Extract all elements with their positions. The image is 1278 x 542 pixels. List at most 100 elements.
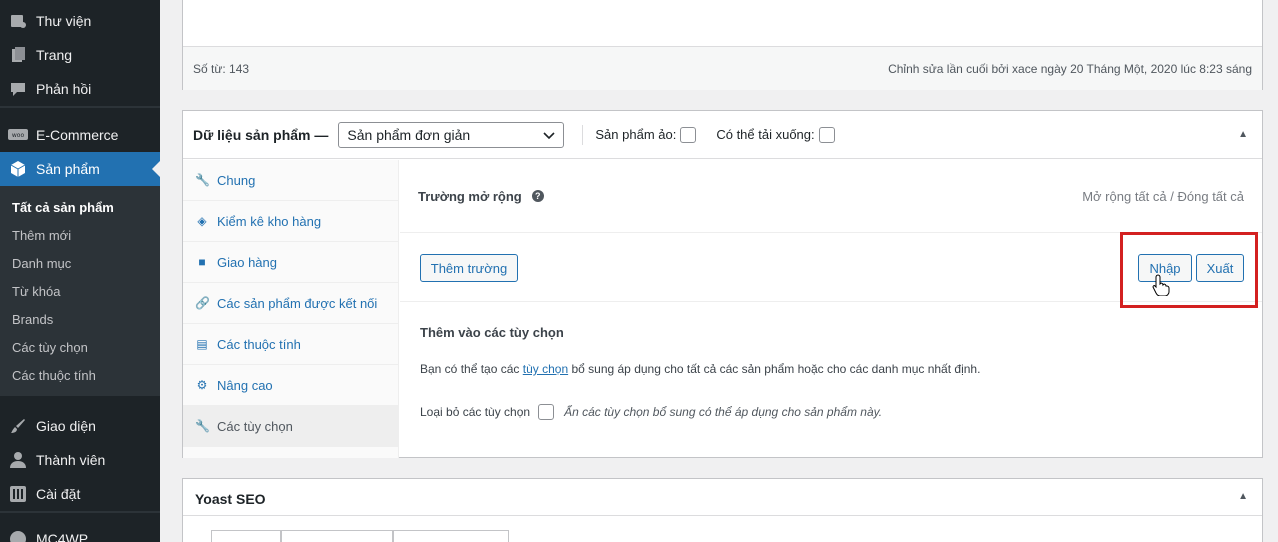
virtual-checkbox[interactable] bbox=[680, 126, 697, 143]
menu-item-pages[interactable]: Trang bbox=[0, 38, 160, 72]
tab-options[interactable]: 🔧 Các tùy chọn bbox=[183, 406, 399, 447]
sidebar-separator bbox=[0, 106, 160, 108]
desc-suffix: bổ sung áp dụng cho tất cả các sản phẩm … bbox=[571, 362, 981, 376]
list-icon: ▤ bbox=[196, 337, 208, 351]
yoast-divider bbox=[183, 515, 1262, 516]
submenu-tags[interactable]: Từ khóa bbox=[12, 284, 60, 299]
options-heading: Thêm vào các tùy chọn bbox=[420, 325, 564, 340]
gear-icon: ⚙ bbox=[196, 378, 208, 392]
woo-icon: woo bbox=[8, 125, 28, 145]
tab-label: Giao hàng bbox=[217, 254, 277, 270]
tab-attributes[interactable]: ▤ Các thuộc tính bbox=[183, 324, 399, 365]
expand-all-link[interactable]: Mở rộng tất cả bbox=[1082, 189, 1166, 204]
wrench-icon: 🔧 bbox=[195, 419, 210, 433]
extended-fields-row: Trường mở rộng ? Mở rộng tất cả / Đóng t… bbox=[400, 160, 1262, 233]
box-icon bbox=[8, 159, 28, 179]
options-description: Bạn có thể tạo các tùy chọn bổ sung áp d… bbox=[420, 362, 980, 376]
yoast-tab-social[interactable] bbox=[393, 530, 509, 542]
comment-icon bbox=[8, 79, 28, 99]
submenu-all-products[interactable]: Tất cả sản phẩm bbox=[12, 200, 114, 215]
editor-panel: Số từ: 143 Chỉnh sửa lần cuối bởi xace n… bbox=[182, 0, 1263, 90]
user-icon bbox=[8, 450, 28, 470]
submenu-brands[interactable]: Brands bbox=[12, 312, 53, 327]
field-actions-row: Thêm trường Nhập Xuất bbox=[400, 232, 1262, 308]
product-data-tabs: 🔧 Chung ◈ Kiểm kê kho hàng ■ Giao hàng 🔗… bbox=[183, 160, 399, 458]
menu-item-media[interactable]: Thư viện bbox=[0, 4, 160, 38]
brush-icon bbox=[8, 416, 28, 436]
exclude-options-checkbox[interactable] bbox=[538, 404, 555, 420]
products-submenu: Tất cả sản phẩm Thêm mới Danh mục Từ khó… bbox=[0, 186, 160, 396]
wrench-icon: 🔧 bbox=[195, 173, 210, 187]
menu-item-settings[interactable]: Cài đặt bbox=[0, 477, 160, 511]
admin-sidebar: Thư viện Trang Phản hồi woo E-Commerce S… bbox=[0, 0, 160, 542]
menu-label: Thư viện bbox=[36, 13, 92, 29]
tab-label: Kiểm kê kho hàng bbox=[217, 213, 322, 229]
menu-label: Trang bbox=[36, 47, 73, 63]
export-button[interactable]: Xuất bbox=[1196, 254, 1244, 282]
add-field-button[interactable]: Thêm trường bbox=[420, 254, 518, 282]
menu-label: Cài đặt bbox=[36, 486, 81, 502]
product-data-panel: Dữ liệu sản phẩm — Sản phẩm đơn giản Sản… bbox=[182, 110, 1263, 458]
collapse-toggle-icon[interactable]: ▲ bbox=[1238, 491, 1248, 502]
exclude-options-label: Loại bỏ các tùy chọn bbox=[420, 405, 531, 419]
submenu-options[interactable]: Các tùy chọn bbox=[12, 340, 88, 355]
submenu-attributes[interactable]: Các thuộc tính bbox=[12, 368, 96, 383]
hand-cursor-icon bbox=[1152, 274, 1170, 301]
tab-linked-products[interactable]: 🔗 Các sản phẩm được kết nối bbox=[183, 283, 399, 324]
truck-icon: ■ bbox=[198, 255, 206, 269]
link-separator: / bbox=[1170, 188, 1174, 204]
last-edited: Chỉnh sửa lần cuối bởi xace ngày 20 Thán… bbox=[888, 61, 1252, 76]
svg-text:woo: woo bbox=[12, 132, 25, 139]
submenu-add-new[interactable]: Thêm mới bbox=[12, 228, 71, 243]
extended-fields-label: Trường mở rộng ? bbox=[418, 189, 544, 204]
collapse-all-link[interactable]: Đóng tất cả bbox=[1178, 189, 1245, 204]
page-icon bbox=[8, 45, 28, 65]
product-data-title: Dữ liệu sản phẩm — bbox=[193, 126, 329, 143]
editor-status-bar: Số từ: 143 Chỉnh sửa lần cuối bởi xace n… bbox=[183, 46, 1262, 90]
header-divider bbox=[582, 124, 584, 145]
desc-prefix: Bạn có thể tạo các bbox=[420, 362, 520, 376]
tab-advanced[interactable]: ⚙ Nâng cao bbox=[183, 365, 399, 406]
menu-item-products[interactable]: Sản phẩm bbox=[0, 152, 160, 186]
sidebar-separator bbox=[0, 511, 160, 513]
mail-icon bbox=[8, 529, 28, 542]
menu-item-users[interactable]: Thành viên bbox=[0, 443, 160, 477]
menu-label: Giao diện bbox=[36, 418, 96, 434]
product-type-value: Sản phẩm đơn giản bbox=[347, 126, 471, 143]
menu-label: E-Commerce bbox=[36, 127, 119, 143]
exclude-options-row: Loại bỏ các tùy chọn Ẩn các tùy chọn bổ … bbox=[420, 404, 882, 420]
downloadable-label: Có thể tải xuống: bbox=[716, 127, 815, 142]
tab-inventory[interactable]: ◈ Kiểm kê kho hàng bbox=[183, 201, 399, 242]
options-link[interactable]: tùy chọn bbox=[523, 362, 568, 376]
extended-fields-text: Trường mở rộng bbox=[418, 188, 522, 204]
menu-item-comments[interactable]: Phản hồi bbox=[0, 72, 160, 106]
yoast-seo-panel: Yoast SEO ▲ bbox=[182, 478, 1263, 542]
product-data-header: Dữ liệu sản phẩm — Sản phẩm đơn giản Sản… bbox=[183, 111, 1262, 159]
help-icon[interactable]: ? bbox=[531, 190, 544, 202]
menu-item-mc4wp[interactable]: MC4WP bbox=[0, 522, 160, 542]
collapse-toggle-icon[interactable]: ▲ bbox=[1238, 129, 1248, 140]
menu-label: Sản phẩm bbox=[36, 161, 100, 177]
link-icon: 🔗 bbox=[195, 296, 210, 310]
yoast-tab-seo[interactable] bbox=[211, 530, 281, 542]
virtual-label: Sản phẩm ảo: bbox=[595, 127, 677, 142]
tab-general[interactable]: 🔧 Chung bbox=[183, 160, 399, 201]
media-icon bbox=[8, 11, 28, 31]
menu-item-appearance[interactable]: Giao diện bbox=[0, 409, 160, 443]
tab-label: Các tùy chọn bbox=[217, 418, 293, 434]
menu-item-ecommerce[interactable]: woo E-Commerce bbox=[0, 118, 160, 152]
tag-icon: ◈ bbox=[197, 214, 207, 228]
product-type-select[interactable]: Sản phẩm đơn giản bbox=[338, 121, 565, 148]
tab-label: Các thuộc tính bbox=[217, 336, 301, 352]
tab-shipping[interactable]: ■ Giao hàng bbox=[183, 242, 399, 283]
tab-content-options: Trường mở rộng ? Mở rộng tất cả / Đóng t… bbox=[400, 160, 1262, 458]
word-count: Số từ: 143 bbox=[193, 61, 250, 76]
tab-label: Chung bbox=[217, 172, 256, 188]
downloadable-checkbox[interactable] bbox=[818, 126, 835, 143]
yoast-tab-readability[interactable] bbox=[281, 530, 393, 542]
tab-label: Các sản phẩm được kết nối bbox=[217, 295, 378, 311]
menu-label: MC4WP bbox=[36, 531, 89, 542]
yoast-title: Yoast SEO bbox=[195, 491, 266, 507]
submenu-categories[interactable]: Danh mục bbox=[12, 256, 71, 271]
menu-label: Phản hồi bbox=[36, 81, 92, 97]
